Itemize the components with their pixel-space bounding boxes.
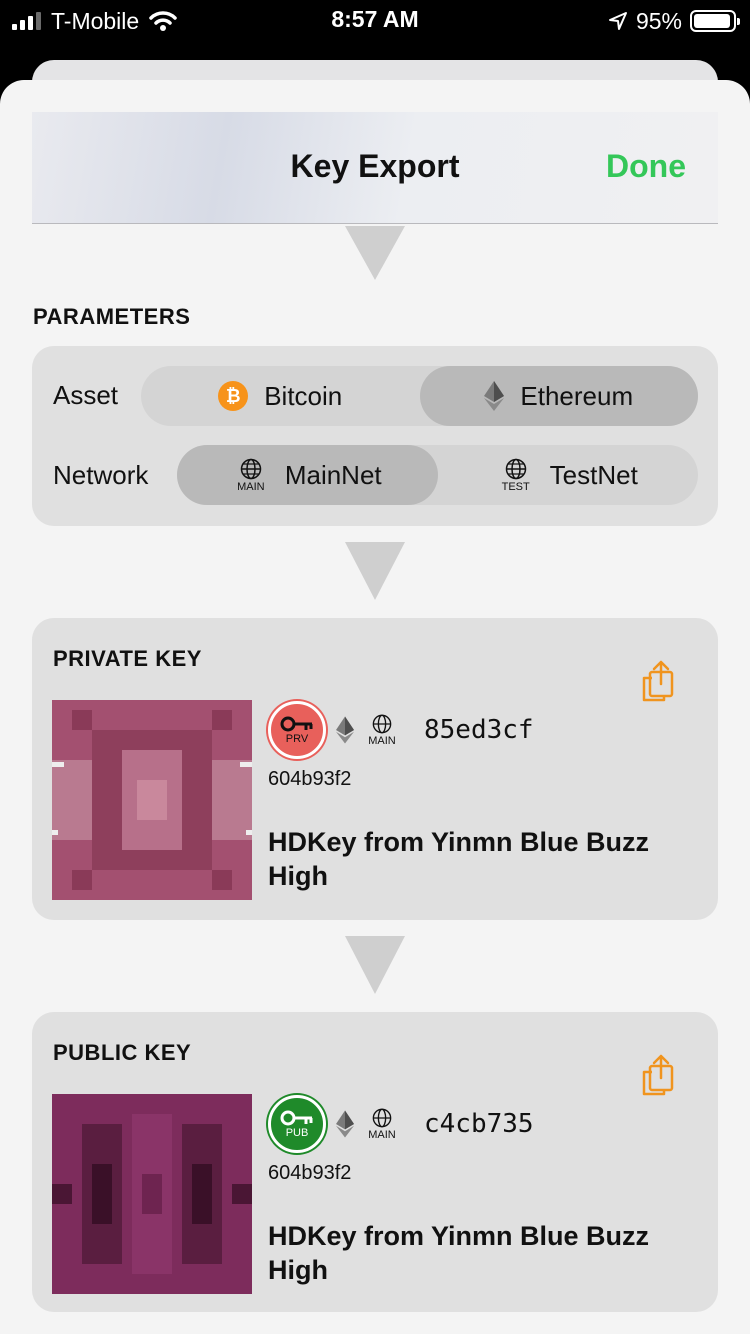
- status-bar: T-Mobile 8:57 AM 95%: [0, 0, 750, 42]
- parameters-card: Asset ₿ Bitcoin Ethereum Network MAIN Ma…: [32, 346, 718, 526]
- public-key-name: HDKey from Yinmn Blue Buzz High: [268, 1221, 650, 1285]
- battery-fill: [694, 14, 731, 28]
- bitcoin-icon: ₿: [218, 381, 249, 411]
- globe-icon: MAIN: [233, 458, 269, 493]
- private-key-name: HDKey from Yinmn Blue Buzz High: [268, 827, 650, 891]
- key-icon: [280, 1110, 313, 1126]
- public-network-caption: MAIN: [368, 1128, 396, 1141]
- public-key-fingerprint: c4cb735: [424, 1109, 534, 1139]
- key-export-sheet: Key Export Done PARAMETERS Asset ₿ Bitco…: [0, 80, 750, 1334]
- ethereum-icon: [336, 716, 354, 744]
- private-key-badges: PRV MAIN 85ed3cf: [268, 700, 688, 760]
- public-key-meta: PUB MAIN c4cb735 604b93f2 HDKey from Yin…: [268, 1094, 688, 1287]
- segment-bitcoin-label: Bitcoin: [264, 380, 343, 411]
- globe-icon: MAIN: [364, 714, 400, 747]
- network-label: Network: [53, 460, 149, 490]
- segment-mainnet-label: MainNet: [284, 459, 382, 490]
- segment-mainnet[interactable]: MAIN MainNet: [177, 445, 438, 505]
- private-key-lifehash: [52, 700, 252, 900]
- segment-testnet-label: TestNet: [549, 459, 638, 490]
- parameters-section-label: PARAMETERS: [33, 304, 191, 329]
- private-key-section-label: PRIVATE KEY: [53, 646, 202, 671]
- battery-icon: [690, 10, 740, 32]
- segment-ethereum[interactable]: Ethereum: [419, 366, 698, 426]
- public-key-badges: PUB MAIN c4cb735: [268, 1094, 688, 1154]
- private-key-id: 604b93f2: [268, 768, 352, 790]
- testnet-caption: TEST: [501, 480, 530, 493]
- globe-icon: TEST: [498, 458, 534, 493]
- asset-segmented-control[interactable]: ₿ Bitcoin Ethereum: [141, 366, 698, 426]
- public-key-badge: PUB: [268, 1095, 326, 1153]
- private-key-badge: PRV: [268, 701, 326, 759]
- public-key-section-label: PUBLIC KEY: [53, 1040, 192, 1065]
- segment-bitcoin[interactable]: ₿ Bitcoin: [141, 366, 420, 426]
- ethereum-icon: [484, 381, 505, 411]
- flow-arrow-icon: [345, 542, 405, 600]
- asset-label: Asset: [53, 380, 119, 410]
- share-icon[interactable]: [638, 658, 678, 704]
- public-key-lifehash: [52, 1094, 252, 1294]
- private-key-fingerprint: 85ed3cf: [424, 715, 534, 745]
- location-arrow-icon: [608, 12, 627, 30]
- status-right: 95%: [608, 6, 740, 36]
- public-key-card: PUBLIC KEY PUB MAIN c4cb735 604b93f2 HDK…: [32, 1012, 718, 1312]
- key-icon: [280, 716, 313, 732]
- share-icon[interactable]: [638, 1052, 678, 1098]
- done-button[interactable]: Done: [606, 148, 686, 185]
- navigation-bar: Key Export Done: [32, 112, 718, 224]
- globe-icon: MAIN: [364, 1108, 400, 1141]
- prv-badge-caption: PRV: [285, 733, 309, 745]
- battery-percent: 95%: [635, 7, 682, 34]
- mainnet-caption: MAIN: [237, 480, 265, 493]
- private-key-card: PRIVATE KEY PRV MAIN 85ed3cf 604b93f2 HD…: [32, 618, 718, 920]
- ethereum-icon: [336, 1110, 354, 1138]
- public-key-id: 604b93f2: [268, 1162, 352, 1184]
- network-segmented-control[interactable]: MAIN MainNet TEST TestNet: [177, 445, 698, 505]
- pub-badge-caption: PUB: [285, 1127, 309, 1139]
- segment-testnet[interactable]: TEST TestNet: [438, 445, 699, 505]
- flow-arrow-icon: [345, 226, 405, 280]
- flow-arrow-icon: [345, 936, 405, 994]
- segment-ethereum-label: Ethereum: [520, 380, 634, 411]
- private-network-caption: MAIN: [368, 734, 396, 747]
- private-key-meta: PRV MAIN 85ed3cf 604b93f2 HDKey from Yin…: [268, 700, 688, 893]
